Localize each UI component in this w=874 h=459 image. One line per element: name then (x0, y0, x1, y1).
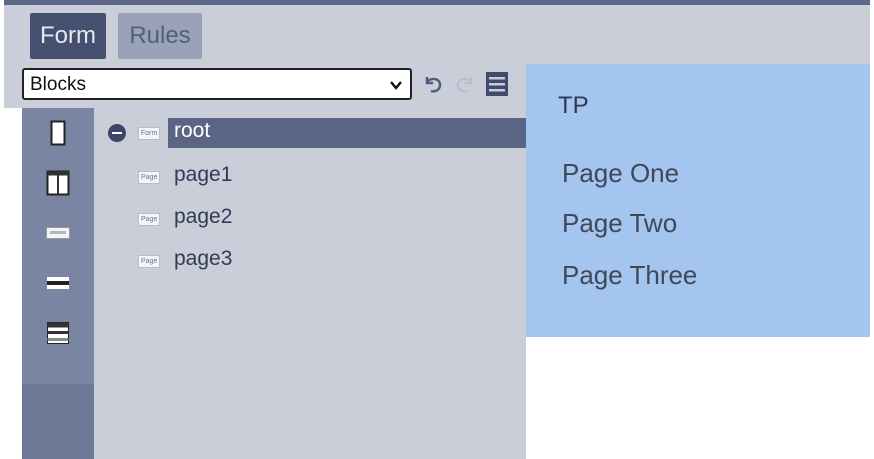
blocks-select-value: Blocks (30, 74, 86, 95)
two-column-icon (46, 170, 70, 196)
tree-node-root[interactable]: Form root (94, 118, 526, 148)
toolbar: Blocks (4, 64, 526, 108)
tree-node-label: root (174, 119, 211, 142)
undo-button[interactable] (418, 68, 448, 100)
redo-icon (456, 77, 473, 93)
tab-form[interactable]: Form (30, 13, 106, 59)
undo-icon (425, 77, 442, 93)
single-column-icon (50, 120, 66, 146)
menu-button[interactable] (482, 68, 512, 100)
blocks-select[interactable]: Blocks (22, 68, 412, 100)
page-tag-icon: Page (138, 255, 161, 268)
section-block[interactable] (22, 308, 94, 358)
collapse-icon[interactable] (108, 124, 126, 142)
page-icon (46, 227, 70, 239)
chevron-down-icon (390, 81, 402, 90)
tree-node-label: page2 (174, 205, 233, 228)
tree-node-label: page1 (174, 163, 233, 186)
preview-blank-area (526, 337, 870, 459)
top-tab-bar: Form Rules (4, 0, 870, 64)
tree-node-page3[interactable]: Page page3 (94, 246, 526, 276)
tree-node-label: page3 (174, 247, 233, 270)
preview-page-link[interactable]: Page Three (562, 260, 697, 291)
selection-highlight (168, 118, 526, 148)
page-tag-icon: Page (138, 171, 161, 184)
hamburger-menu-icon (486, 72, 508, 96)
two-column-block[interactable] (22, 158, 94, 208)
section-icon (47, 322, 69, 344)
form-preview: TP Page One Page Two Page Three (526, 64, 870, 337)
separator-block[interactable] (22, 258, 94, 308)
redo-button[interactable] (450, 68, 480, 100)
structure-tree: Form root Page page1 Page page2 Page pag… (94, 108, 526, 459)
preview-title: TP (558, 92, 589, 119)
tab-rules[interactable]: Rules (118, 13, 202, 59)
form-tag-icon: Form (138, 127, 161, 140)
single-column-block[interactable] (22, 108, 94, 158)
preview-page-link[interactable]: Page One (562, 158, 679, 189)
separator-icon (47, 277, 69, 289)
page-block[interactable] (22, 208, 94, 258)
preview-page-link[interactable]: Page Two (562, 208, 677, 239)
app-frame: Form Rules Blocks Form root Page page1 P… (4, 0, 870, 459)
tree-node-page2[interactable]: Page page2 (94, 204, 526, 234)
block-palette (22, 108, 94, 459)
tree-node-page1[interactable]: Page page1 (94, 162, 526, 192)
page-tag-icon: Page (138, 213, 161, 226)
